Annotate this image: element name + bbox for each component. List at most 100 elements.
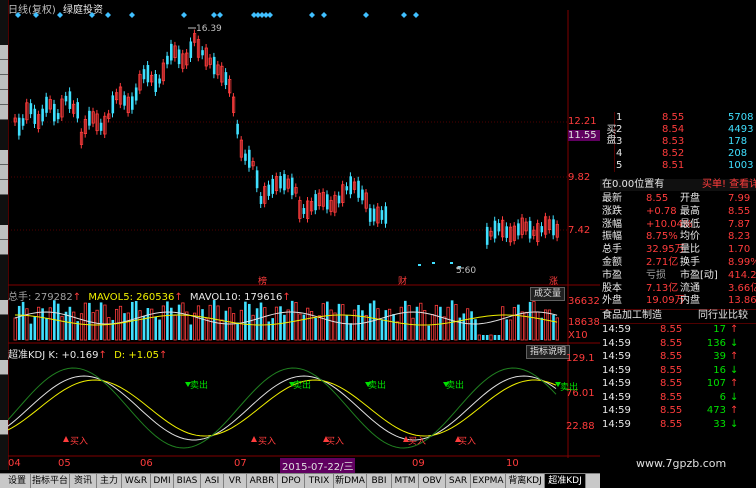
date-label-7: 10	[506, 458, 519, 469]
volume-bar	[442, 316, 446, 341]
left-strip-button-5[interactable]	[0, 105, 8, 120]
quote-header-row[interactable]: 在0.00位置有 买单! 查看详细	[600, 179, 756, 191]
industry-row[interactable]: 食品加工制造 同行业比较	[600, 309, 756, 324]
volume-bar	[185, 311, 189, 341]
event-marker	[217, 12, 223, 18]
tick-time: 14:59	[602, 405, 631, 416]
tab-7[interactable]: ASI	[201, 474, 224, 488]
volume-bar	[489, 334, 493, 341]
order-book-row[interactable]: 2 8.54 4493	[600, 124, 756, 136]
candle-body	[88, 110, 91, 126]
tick-price: 8.55	[660, 405, 683, 416]
tab-5[interactable]: DMI	[151, 474, 174, 488]
date-label-1: 04	[8, 458, 21, 469]
quote-row: 涨跌 +0.78 最高 8.55	[600, 206, 756, 218]
quote-value-2: 8.99%	[728, 257, 756, 268]
date-axis: 04 05 06 07 2015-07-22/三 09 10	[8, 458, 600, 473]
volume-axis-2: 18638	[568, 317, 600, 328]
volume-bar	[376, 308, 380, 341]
industry-compare-link[interactable]: 同行业比较	[698, 310, 748, 322]
volume-bar	[45, 317, 48, 340]
tab-8[interactable]: VR	[224, 474, 247, 488]
tab-3[interactable]: 主力	[97, 474, 122, 488]
tab-1[interactable]: 指标平台	[31, 474, 70, 488]
quote-value-2: 414.2	[728, 269, 756, 281]
order-book-row[interactable]: 1 8.55 5708	[600, 112, 756, 124]
event-marker	[211, 12, 217, 18]
quote-value-2: 3.66亿	[728, 282, 756, 294]
kdj-d-value: D: +1.05	[114, 350, 159, 361]
order-book-row[interactable]: 4 8.52 208	[600, 148, 756, 160]
marker-cai[interactable]: 财	[398, 274, 407, 287]
tab-13[interactable]: BBI	[367, 474, 392, 488]
tab-6[interactable]: BIAS	[174, 474, 201, 488]
order-book-row[interactable]: 5 8.51 1003	[600, 160, 756, 172]
left-strip-button-6[interactable]	[0, 150, 8, 165]
tick-price: 8.55	[660, 351, 683, 362]
left-strip-button-13[interactable]	[0, 420, 8, 435]
price-axis-2: 9.82	[568, 172, 591, 183]
tab-2[interactable]: 资讯	[70, 474, 97, 488]
tab-17[interactable]: EXPMA	[471, 474, 506, 488]
volume-bar	[555, 317, 559, 341]
tab-15[interactable]: OBV	[419, 474, 446, 488]
order-volume: 5708	[728, 112, 754, 123]
volume-bar	[142, 316, 146, 340]
marker-zhang[interactable]: 涨	[549, 274, 558, 287]
tab-10[interactable]: DPO	[278, 474, 305, 488]
volume-bar	[485, 335, 489, 340]
tab-0[interactable]: 设置	[4, 474, 31, 488]
indicator-help-button[interactable]: 指标说明	[526, 345, 571, 359]
candle-body	[552, 219, 555, 236]
buy-signal-arrow	[63, 436, 69, 442]
volume-bar	[146, 308, 150, 340]
tab-14[interactable]: MTM	[392, 474, 419, 488]
tab-11[interactable]: TRIX	[305, 474, 334, 488]
left-strip-button-12[interactable]	[0, 360, 8, 375]
tick-volume: 39	[713, 351, 726, 362]
volume-bar	[25, 308, 29, 341]
kdj-d-line	[8, 379, 557, 437]
tab-9[interactable]: ARBR	[247, 474, 278, 488]
tab-12[interactable]: 新DMA	[334, 474, 367, 488]
industry-name[interactable]: 食品加工制造	[602, 310, 662, 322]
candle-body	[33, 108, 37, 124]
volume-bar	[326, 301, 329, 340]
candle-body	[432, 262, 435, 264]
left-strip-button-10[interactable]	[0, 240, 8, 255]
volume-bar	[430, 314, 435, 341]
volume-bar	[474, 319, 477, 340]
volume-bar	[532, 301, 536, 341]
tab-18[interactable]: 背离KDJ	[506, 474, 545, 488]
left-strip-button-7[interactable]	[0, 165, 8, 180]
left-strip-button-11[interactable]	[0, 300, 8, 315]
event-marker	[363, 12, 369, 18]
volume-indicator-button[interactable]: 成交量	[530, 287, 566, 301]
order-volume: 208	[728, 148, 748, 159]
left-strip-button-9[interactable]	[0, 225, 8, 240]
quote-header-right[interactable]: 买单! 查看详细	[702, 179, 756, 191]
volume-bar	[345, 315, 349, 340]
left-strip-button-4[interactable]	[0, 90, 8, 105]
volume-bar	[224, 310, 228, 340]
tab-4[interactable]: W&R	[122, 474, 151, 488]
volume-bar	[231, 313, 236, 341]
volume-bar	[56, 303, 60, 340]
tab-16[interactable]: SAR	[446, 474, 471, 488]
tick-direction-icon: ↓	[730, 337, 739, 349]
tab-19[interactable]: 超准KDJ	[545, 474, 586, 488]
quote-row: 金额 2.71亿换手 8.99%	[600, 257, 756, 269]
left-strip-button-1[interactable]	[0, 45, 8, 60]
left-strip-button-8[interactable]	[0, 180, 8, 195]
tick-volume: 33	[713, 418, 726, 430]
quote-key-2: 最低	[680, 218, 700, 230]
candle-body	[21, 118, 25, 126]
left-strip-button-2[interactable]	[0, 60, 8, 75]
marker-bang[interactable]: 榜	[258, 274, 267, 287]
candle-body	[212, 56, 216, 75]
left-strip-button-3[interactable]	[0, 75, 8, 90]
volume-bar	[244, 301, 247, 340]
candle-body	[290, 177, 294, 196]
volume-bar	[248, 303, 251, 340]
order-book-row[interactable]: 3 8.53 178	[600, 136, 756, 148]
